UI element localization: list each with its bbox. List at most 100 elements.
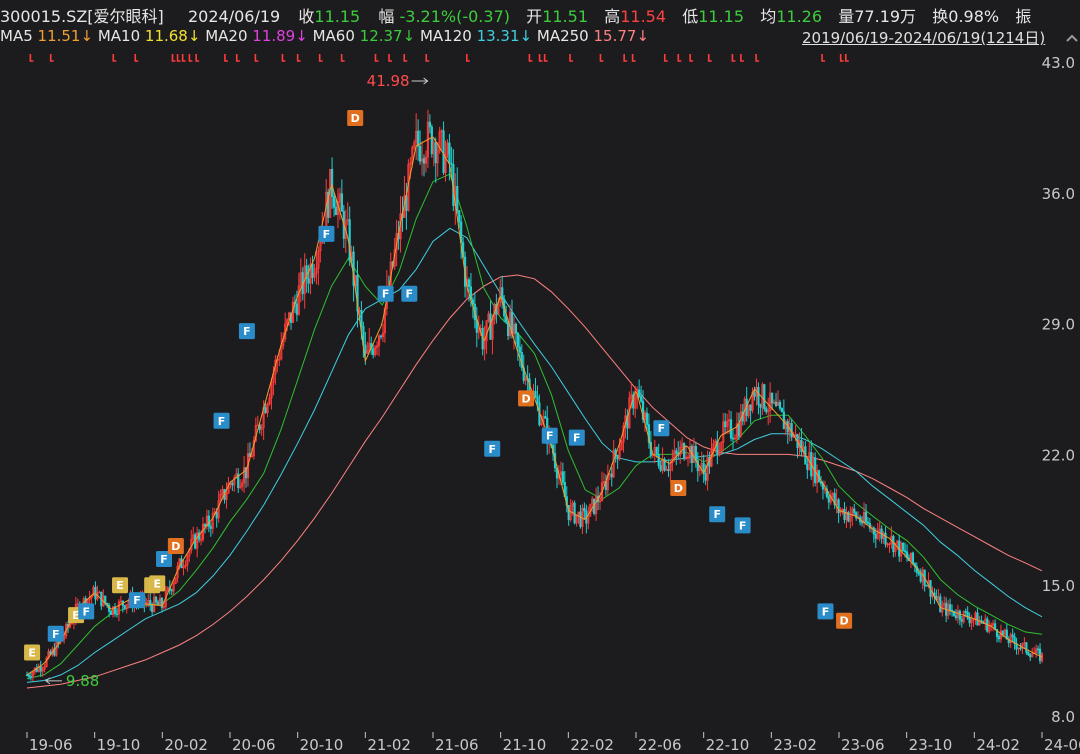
x-tick-label: 22-10 (706, 736, 750, 754)
x-tick-label: 20-06 (232, 736, 276, 754)
signal-markers-layer: EFEFEFEEFDFFFDFFFDFFFDFFFD (24, 110, 853, 661)
x-tick-label: 24-02 (976, 736, 1020, 754)
top-flag-mark (188, 54, 193, 62)
candle-body (417, 130, 420, 147)
candle-body (448, 142, 451, 164)
candle-body (170, 589, 173, 592)
candle-body (450, 163, 453, 165)
candle-body (456, 185, 459, 211)
candle-body (583, 507, 586, 512)
signal-marker-letter: F (488, 443, 496, 456)
x-tick-label: 24-06 (1044, 736, 1080, 754)
candle-body (902, 542, 905, 551)
ma5-line (26, 136, 1043, 676)
candle-body (917, 572, 920, 575)
candle-body (154, 596, 158, 603)
signal-marker-F: F (541, 427, 558, 444)
candle-body (704, 473, 707, 481)
candle-body (645, 412, 649, 425)
signal-marker-letter: F (243, 325, 251, 338)
signal-marker-letter: F (160, 553, 168, 566)
signal-marker-letter: D (674, 482, 683, 495)
top-flag-mark (528, 54, 533, 62)
top-flag-mark (599, 54, 604, 62)
candle-body (422, 158, 426, 164)
signal-marker-letter: D (840, 615, 849, 628)
close-value: 11.15 (314, 7, 361, 26)
signal-marker-F: F (238, 323, 255, 340)
signal-marker-letter: F (546, 430, 554, 443)
signal-marker-D: D (836, 612, 853, 629)
top-flag-mark (29, 54, 34, 62)
volume-label: 量 (838, 7, 855, 26)
signal-marker-F: F (484, 440, 501, 457)
top-flag-mark (374, 54, 379, 62)
y-tick-label: 29.0 (1042, 316, 1075, 334)
signal-marker-D: D (670, 480, 687, 497)
candle-body (925, 585, 928, 587)
signal-marker-D: D (167, 537, 184, 554)
candle-body (806, 463, 809, 470)
candle-body (958, 610, 961, 620)
candle-body (434, 142, 437, 164)
top-flag-mark (844, 54, 849, 62)
low-value: 11.15 (698, 7, 745, 26)
signal-marker-letter: F (822, 605, 830, 618)
y-tick-label: 8.0 (1051, 708, 1075, 726)
signal-marker-D: D (518, 390, 535, 407)
ma60-label: MA60 (312, 27, 355, 45)
candles-layer (25, 109, 1044, 682)
top-flag-mark (403, 54, 408, 62)
candle-body (884, 532, 887, 545)
candle-body (997, 636, 1001, 640)
ma120-value: 13.31↓ (476, 27, 533, 45)
candlestick-chart[interactable]: EFEFEFEEFDFFFDFFFDFFFDFFFD 41.98 9.88 43… (0, 50, 1080, 754)
candle-body (749, 404, 752, 411)
signal-marker-letter: F (82, 605, 90, 618)
candle-body (939, 596, 942, 613)
top-flag-mark (707, 54, 712, 62)
candle-body (866, 521, 870, 524)
candle-body (731, 437, 735, 440)
ma20-value: 11.89↓ (252, 27, 308, 45)
candle-body (657, 454, 660, 466)
candle-body (372, 348, 375, 355)
top-flag-mark (466, 54, 470, 62)
ma5-label: MA5 (0, 27, 33, 45)
signal-marker-E: E (24, 644, 41, 661)
candle-body (109, 610, 113, 615)
candle-body (330, 168, 334, 197)
ma250-path (26, 274, 1043, 689)
volume-value: 77.19万 (854, 7, 917, 26)
x-tick-label: 19-10 (97, 736, 141, 754)
candle-body (203, 524, 207, 527)
signal-marker-F: F (213, 412, 230, 429)
candle-body (864, 511, 868, 523)
top-flag-mark (731, 54, 736, 62)
top-flag-mark (755, 54, 760, 62)
candle-body (332, 196, 336, 208)
y-tick-label: 15.0 (1042, 577, 1075, 595)
signal-marker-D: D (347, 110, 364, 127)
chevron-up-icon[interactable] (1064, 30, 1080, 48)
top-flag-mark (425, 54, 430, 62)
top-flag-mark (623, 54, 628, 62)
candle-body (579, 511, 582, 527)
candle-body (29, 676, 33, 678)
candle-body (874, 533, 877, 539)
top-flag-mark (224, 54, 228, 62)
stock-code: 300015.SZ[爱尔眼科] (0, 7, 164, 26)
signal-marker-letter: D (351, 112, 360, 125)
candle-body (506, 321, 510, 336)
candle-body (616, 455, 619, 460)
candle-body (418, 145, 422, 162)
x-tick-label: 22-02 (570, 736, 614, 754)
signal-marker-F: F (653, 420, 670, 437)
candle-body (115, 613, 119, 615)
candle-body (659, 465, 662, 471)
date-range-selector[interactable]: 2019/06/19-2024/06/19(1214日) (802, 27, 1045, 48)
low-label: 低 (682, 7, 699, 26)
top-flag-mark (538, 54, 543, 62)
candle-body (837, 499, 840, 513)
candle-body (1019, 647, 1022, 650)
